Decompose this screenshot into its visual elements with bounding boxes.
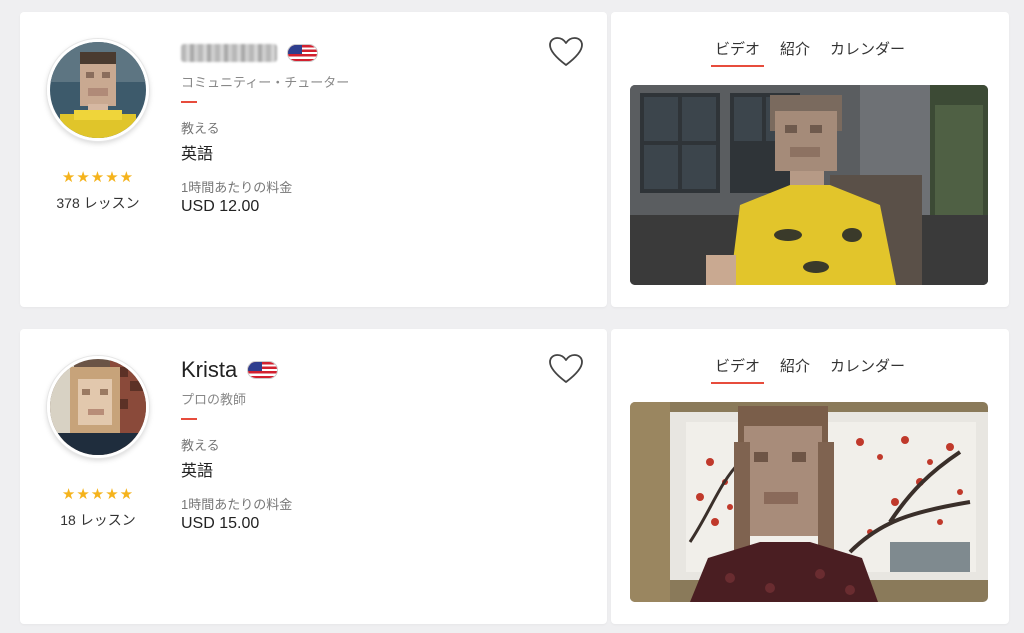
price-label: 1時間あたりの料金 (181, 497, 293, 512)
tutor-type: コミュニティー・チューター (181, 75, 350, 90)
teaches-label: 教える (181, 438, 220, 453)
tutor-avatar[interactable] (47, 39, 149, 141)
intro-video[interactable] (630, 85, 988, 285)
rating-stars: ★★★★★ (61, 486, 135, 503)
tutor-card-media: ビデオ 紹介 カレンダー (611, 329, 1009, 624)
price-value: USD 15.00 (181, 515, 260, 532)
intro-video[interactable] (630, 402, 988, 602)
tab-calendar[interactable]: カレンダー (820, 355, 915, 384)
tutor-card-info[interactable]: ★★★★★ 378 レッスン コミュニティー・チューター 教える 英語 1時間あ… (20, 12, 607, 307)
divider (181, 101, 197, 103)
divider (181, 418, 197, 420)
tab-intro[interactable]: 紹介 (770, 355, 820, 384)
tutor-avatar[interactable] (47, 356, 149, 458)
price-label: 1時間あたりの料金 (181, 180, 293, 195)
lesson-count: 18 レッスン (60, 512, 136, 528)
video-thumbnail (630, 85, 988, 285)
lesson-count: 378 レッスン (56, 195, 140, 211)
tutor-name-row: Krista (181, 355, 279, 385)
tutor-card-media: ビデオ 紹介 カレンダー (611, 12, 1009, 307)
teaches-value: 英語 (181, 463, 214, 480)
us-flag-icon (287, 44, 318, 62)
teaches-label: 教える (181, 121, 220, 136)
tutor-name[interactable]: Krista (181, 357, 237, 383)
heart-icon[interactable] (548, 36, 584, 68)
tab-video[interactable]: ビデオ (705, 355, 770, 384)
avatar-image (50, 359, 146, 455)
teaches-value: 英語 (181, 146, 214, 163)
media-tabs: ビデオ 紹介 カレンダー (611, 355, 1009, 384)
rating-stars: ★★★★★ (61, 169, 135, 186)
tab-video[interactable]: ビデオ (705, 38, 770, 67)
tutor-type: プロの教師 (181, 392, 247, 407)
heart-icon[interactable] (548, 353, 584, 385)
media-tabs: ビデオ 紹介 カレンダー (611, 38, 1009, 67)
video-thumbnail (630, 402, 988, 602)
tutor-name-redacted (181, 44, 277, 62)
tutor-name-row (181, 38, 318, 68)
us-flag-icon (247, 361, 279, 379)
avatar-image (50, 42, 146, 138)
price-value: USD 12.00 (181, 198, 260, 215)
tab-intro[interactable]: 紹介 (770, 38, 820, 67)
tab-calendar[interactable]: カレンダー (820, 38, 915, 67)
tutor-card-info[interactable]: ★★★★★ 18 レッスン Krista プロの教師 教える 英語 1時間あたり… (20, 329, 607, 624)
